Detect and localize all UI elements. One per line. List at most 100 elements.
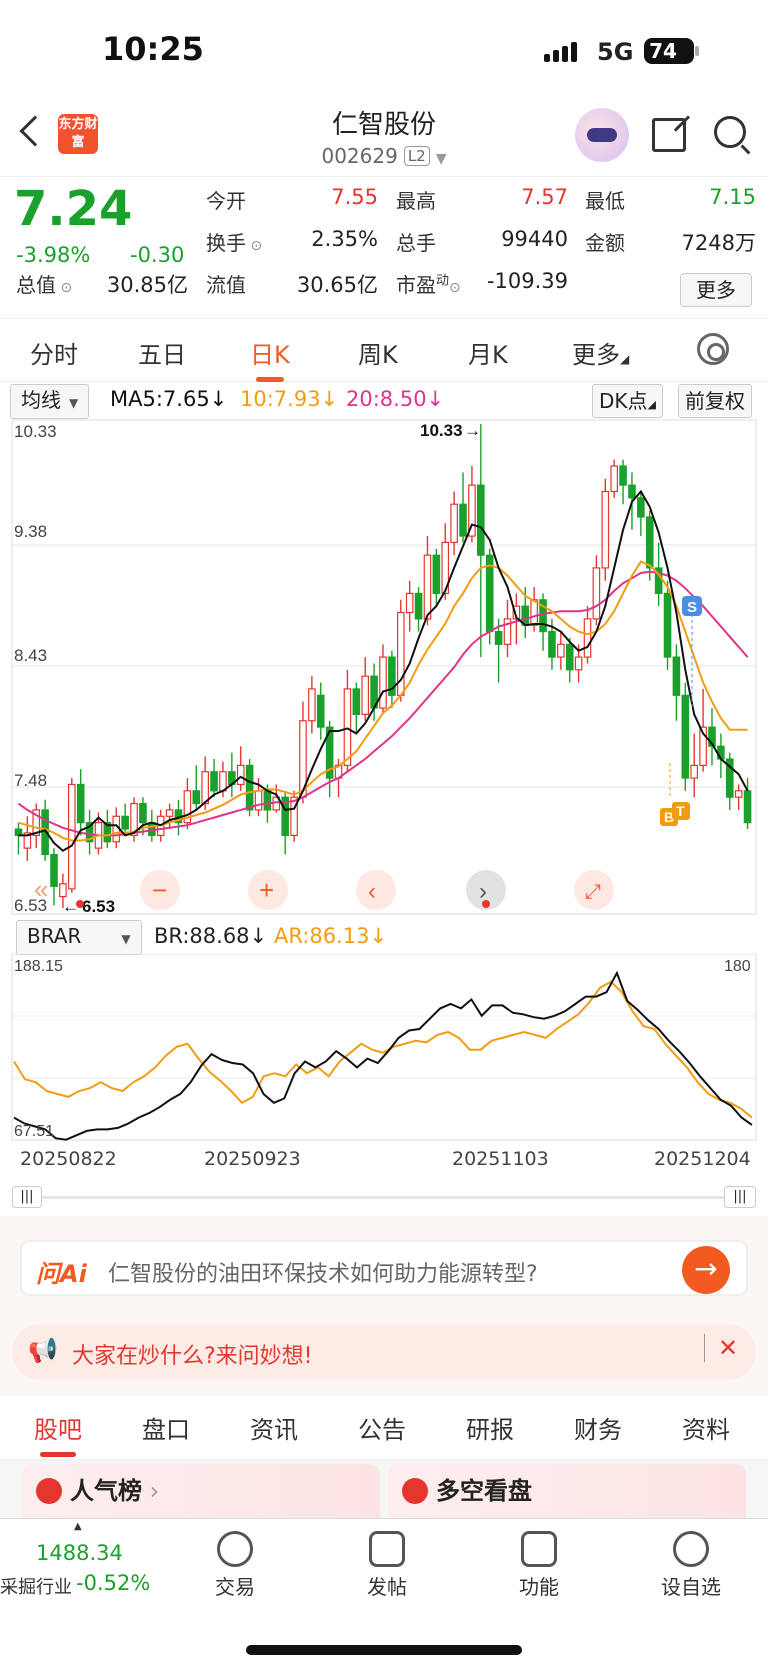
tab-five-day[interactable]: 五日 bbox=[138, 335, 186, 370]
candle bbox=[423, 554, 432, 620]
ai-assistant-icon[interactable] bbox=[575, 108, 629, 162]
ask-arrow-button[interactable]: → bbox=[682, 1246, 730, 1294]
kline-chart[interactable]: 10.33 9.38 8.43 7.48 6.53 10.33 → ← 6.53… bbox=[0, 418, 768, 918]
expand-icon: ⤢ bbox=[585, 881, 601, 903]
scroll-handle-right[interactable]: ||| bbox=[724, 1186, 756, 1208]
max-arrow: → bbox=[464, 421, 481, 440]
candle bbox=[734, 790, 743, 798]
battery-icon: 74 bbox=[644, 38, 699, 64]
brar-chart[interactable]: 188.15 67.51 180 bbox=[0, 954, 768, 1142]
scroll-handle-left[interactable]: ||| bbox=[12, 1186, 42, 1208]
industry-index[interactable]: ▲ 1488.34 采掘行业 -0.52% bbox=[0, 1519, 160, 1599]
float-cap-label: 流值 bbox=[206, 273, 246, 297]
dk-point-button[interactable]: DK点◢ bbox=[592, 384, 663, 418]
index-change: -0.52% bbox=[76, 1571, 151, 1595]
max-price-label: 10.33 bbox=[420, 421, 463, 440]
close-icon[interactable]: ✕ bbox=[718, 1334, 738, 1362]
amount-label: 金额 bbox=[585, 231, 625, 255]
candle bbox=[477, 484, 485, 556]
candle bbox=[663, 592, 672, 658]
candle bbox=[219, 771, 227, 792]
min-dot bbox=[76, 900, 84, 908]
status-bar: 10:25 5G 74 bbox=[0, 0, 768, 100]
ask-ai-bar[interactable]: 问Ai 仁智股份的油田环保技术如何助力能源转型? → bbox=[20, 1240, 748, 1296]
candle bbox=[743, 790, 752, 824]
search-icon[interactable] bbox=[714, 116, 746, 148]
more-dots-icon bbox=[673, 1531, 709, 1567]
tab-weekly-k[interactable]: 周K bbox=[358, 335, 398, 370]
candle bbox=[681, 694, 690, 779]
network-type: 5G bbox=[597, 38, 634, 66]
candle bbox=[245, 764, 254, 811]
signal-icon bbox=[544, 40, 584, 62]
megaphone-icon: 📢 bbox=[28, 1336, 58, 1364]
candle bbox=[379, 656, 387, 709]
date-tick-3: 20251103 bbox=[452, 1148, 549, 1170]
tab-finance[interactable]: 财务 bbox=[574, 1410, 622, 1445]
candle bbox=[414, 592, 423, 620]
ma5-value: MA5:7.65↓ bbox=[110, 387, 228, 411]
y-tick-top: 10.33 bbox=[14, 422, 57, 441]
adjust-button[interactable]: 前复权 bbox=[678, 384, 752, 418]
turnover-label: 换手 ⊙ bbox=[206, 231, 263, 255]
svg-text:S: S bbox=[687, 599, 697, 616]
candle bbox=[343, 688, 352, 766]
y-tick-2: 9.38 bbox=[14, 522, 47, 541]
chart-period-tabs: 分时 五日 日K 周K 月K 更多◢ bbox=[0, 318, 768, 382]
share-icon[interactable] bbox=[652, 118, 686, 152]
chart-controls: « − + ‹ › ⤢ bbox=[34, 870, 614, 910]
open-label: 今开 bbox=[206, 189, 246, 213]
tab-daily-k[interactable]: 日K bbox=[250, 335, 290, 382]
candle bbox=[432, 554, 441, 594]
candle bbox=[557, 643, 565, 658]
low-value: 7.15 bbox=[709, 185, 756, 209]
candle bbox=[59, 883, 67, 898]
candle bbox=[50, 853, 58, 887]
candle bbox=[619, 465, 627, 486]
more-quote-button[interactable]: 更多 bbox=[680, 273, 752, 307]
tab-announcements[interactable]: 公告 bbox=[358, 1410, 406, 1445]
tab-post[interactable]: 发帖 bbox=[342, 1531, 432, 1600]
ar-value: AR:86.13↓ bbox=[274, 924, 388, 948]
stock-header: 东方财富 仁智股份 002629 L2 ▼ bbox=[0, 100, 768, 176]
candle bbox=[139, 802, 147, 824]
ma-selector[interactable]: 均线 ▼ bbox=[10, 384, 90, 419]
y-tick-3: 8.43 bbox=[14, 646, 47, 665]
candle bbox=[210, 771, 218, 792]
tab-trade[interactable]: 交易 bbox=[190, 1531, 280, 1600]
tab-news[interactable]: 资讯 bbox=[250, 1410, 298, 1445]
candle bbox=[645, 516, 654, 569]
clock: 10:25 bbox=[102, 30, 204, 68]
tab-research[interactable]: 研报 bbox=[466, 1410, 514, 1445]
candle bbox=[565, 643, 574, 671]
tab-monthly-k[interactable]: 月K bbox=[468, 335, 508, 370]
prev-button[interactable] bbox=[356, 870, 396, 910]
tab-functions[interactable]: 功能 bbox=[494, 1531, 584, 1600]
index-value: 1488.34 bbox=[36, 1541, 123, 1565]
popularity-icon bbox=[36, 1478, 62, 1504]
candle bbox=[583, 618, 592, 658]
tab-watchlist[interactable]: 设自选 bbox=[646, 1531, 736, 1600]
candle bbox=[637, 497, 645, 518]
rewind-icon[interactable]: « bbox=[34, 874, 48, 904]
date-tick-2: 20250923 bbox=[204, 1148, 301, 1170]
candle bbox=[76, 783, 85, 824]
hot-topic-banner[interactable]: 📢 大家在炒什么?来问妙想! ✕ bbox=[12, 1324, 756, 1380]
chart-scrollbar[interactable]: ||| ||| bbox=[12, 1186, 756, 1208]
tab-intraday[interactable]: 分时 bbox=[30, 335, 78, 370]
popularity-card[interactable]: 人气榜 › bbox=[22, 1464, 380, 1518]
quote-panel: 7.24 -3.98% -0.30 今开 7.55 最高 7.57 最低 7.1… bbox=[0, 176, 768, 318]
candle bbox=[352, 688, 361, 716]
svg-text:T: T bbox=[676, 803, 685, 819]
indicator-selector[interactable]: BRAR ▼ bbox=[16, 920, 142, 955]
tab-pankou[interactable]: 盘口 bbox=[142, 1410, 190, 1445]
date-tick-4: 20251204 bbox=[654, 1148, 751, 1170]
index-name: 采掘行业 bbox=[0, 1577, 72, 1598]
candle bbox=[574, 656, 583, 671]
bull-bear-card[interactable]: 多空看盘 bbox=[388, 1464, 746, 1518]
candle bbox=[459, 503, 467, 537]
tab-more[interactable]: 更多◢ bbox=[572, 335, 629, 370]
settings-gear-icon[interactable] bbox=[697, 333, 729, 365]
tab-guba[interactable]: 股吧 bbox=[34, 1410, 82, 1457]
tab-profile[interactable]: 资料 bbox=[682, 1410, 730, 1445]
